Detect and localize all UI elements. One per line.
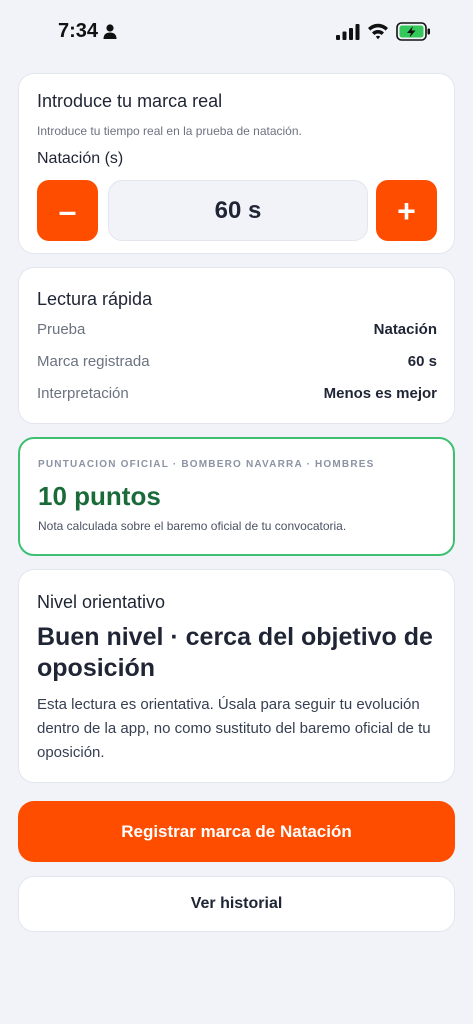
- quick-summary-card: Lectura rápida Prueba Natación Marca reg…: [18, 267, 455, 424]
- card-title: Lectura rápida: [37, 289, 153, 309]
- field-label: Natación (s): [37, 150, 124, 167]
- register-mark-button[interactable]: Registrar marca de Natación: [18, 801, 455, 862]
- battery-charging-icon: [396, 22, 432, 46]
- person-icon: [103, 24, 117, 44]
- summary-row-interpretation: Interpretación Menos es mejor: [37, 385, 437, 405]
- card-subtitle: Introduce tu tiempo real en la prueba de…: [37, 124, 302, 138]
- score-note: Nota calculada sobre el baremo oficial d…: [38, 519, 347, 533]
- level-description: Esta lectura es orientativa. Úsala para …: [37, 696, 431, 761]
- level-card: Nivel orientativo Buen nivel · cerca del…: [18, 569, 455, 783]
- increment-button[interactable]: +: [376, 180, 437, 241]
- wifi-icon: [367, 22, 389, 45]
- cellular-signal-icon: [336, 24, 360, 45]
- score-eyebrow: PUNTUACION OFICIAL · BOMBERO NAVARRA · H…: [38, 459, 375, 470]
- status-bar: 7:34: [0, 0, 473, 62]
- level-heading: Buen nivel · cerca del objetivo de oposi…: [37, 623, 433, 682]
- row-label: Prueba: [37, 321, 86, 338]
- row-value: Natación: [373, 321, 437, 338]
- row-label: Marca registrada: [37, 353, 150, 370]
- mark-value-field[interactable]: 60 s: [108, 180, 368, 241]
- official-score-card: PUNTUACION OFICIAL · BOMBERO NAVARRA · H…: [18, 437, 455, 556]
- decrement-button[interactable]: –: [37, 180, 98, 241]
- status-time: 7:34: [58, 20, 99, 42]
- row-value: 60 s: [407, 353, 437, 370]
- summary-row-mark: Marca registrada 60 s: [37, 353, 437, 373]
- summary-row-test: Prueba Natación: [37, 321, 437, 341]
- view-history-button[interactable]: Ver historial: [18, 876, 455, 932]
- card-title: Introduce tu marca real: [37, 91, 223, 111]
- row-label: Interpretación: [37, 385, 129, 402]
- row-value: Menos es mejor: [323, 385, 437, 402]
- card-title: Nivel orientativo: [37, 592, 166, 612]
- mark-input-card: Introduce tu marca real Introduce tu tie…: [18, 73, 455, 254]
- score-value: 10 puntos: [38, 481, 161, 511]
